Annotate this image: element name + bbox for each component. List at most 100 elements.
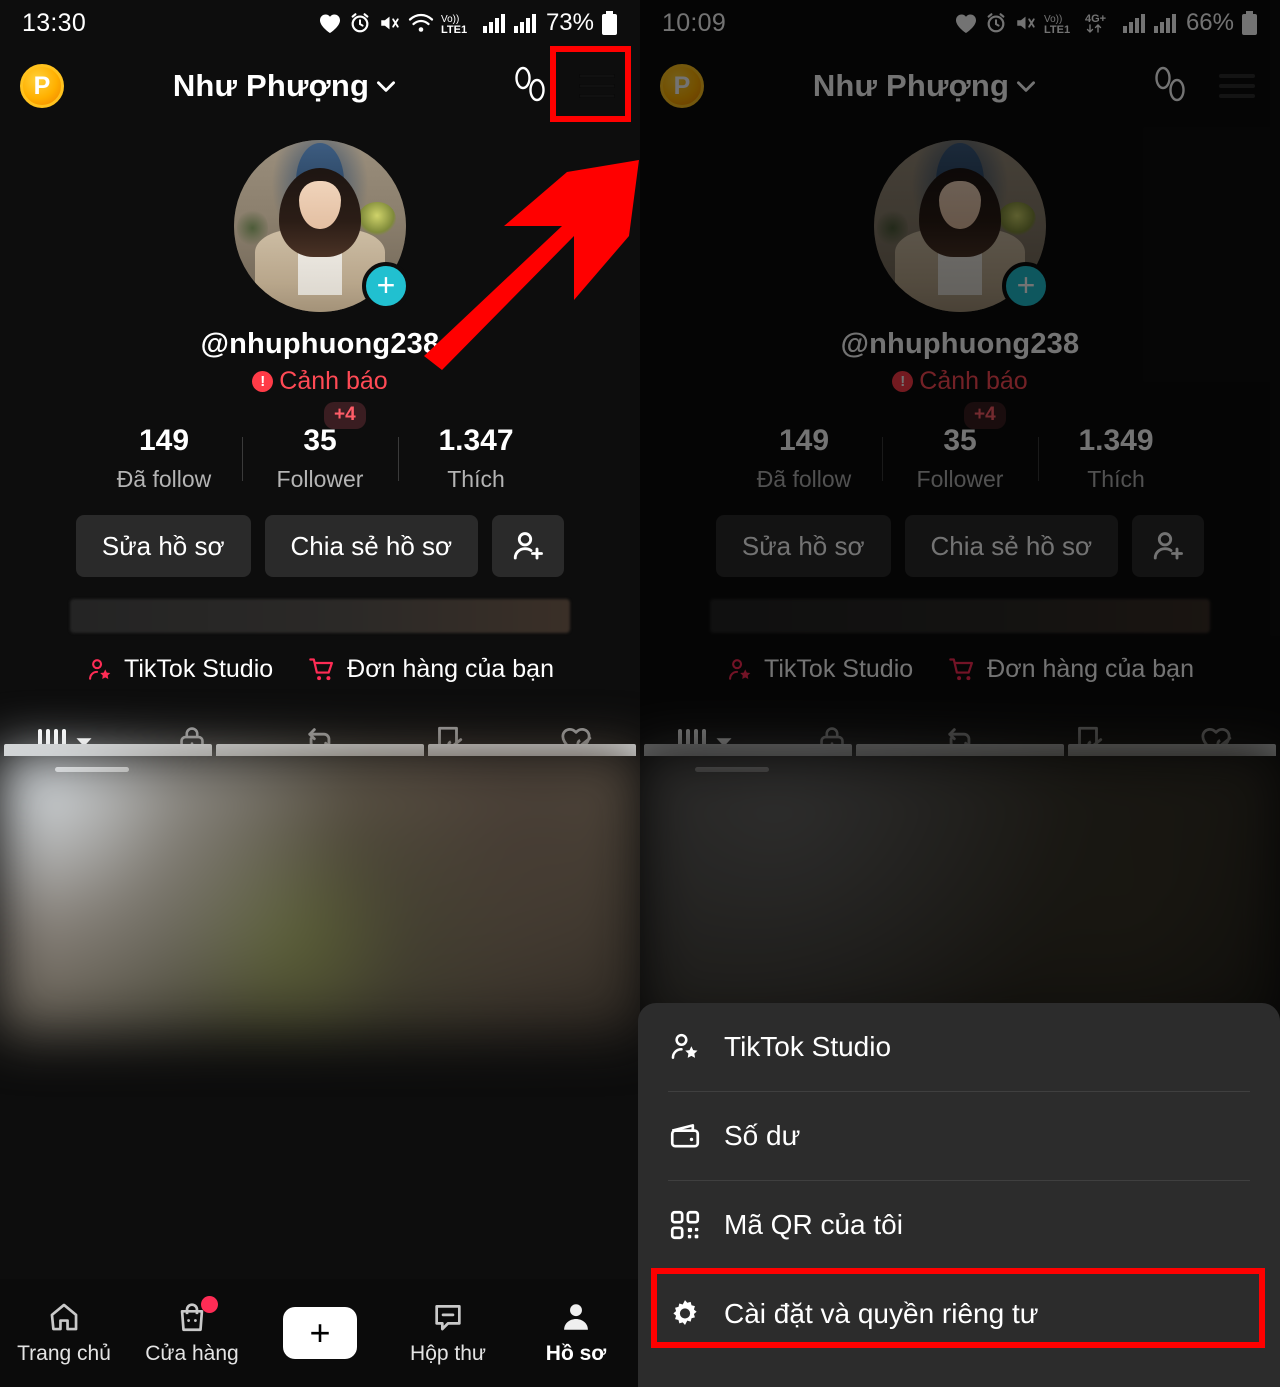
stat-likes[interactable]: 1.349 Thích xyxy=(1039,424,1194,493)
stat-label: Follower xyxy=(276,466,364,492)
stat-value: 1.349 xyxy=(1078,424,1154,457)
account-switcher[interactable]: Như Phượng xyxy=(704,68,1148,104)
warning-label: Cảnh báo xyxy=(919,367,1028,395)
person-star-icon xyxy=(671,1033,698,1059)
stat-following[interactable]: 149 Đã follow xyxy=(727,424,882,493)
account-switcher[interactable]: Như Phượng xyxy=(64,68,508,104)
status-clock: 10:09 xyxy=(662,8,727,37)
profile-stats-right: 149 Đã follow +4 35 Follower 1.349 Thích xyxy=(640,402,1280,493)
quick-link-tiktok-studio[interactable]: TikTok Studio xyxy=(86,655,273,684)
shop-notification-dot xyxy=(201,1296,218,1313)
stat-value: 35 xyxy=(303,424,337,457)
profile-actions-right: Sửa hồ sơ Chia sẻ hồ sơ xyxy=(640,515,1280,577)
nav-item-create[interactable]: + xyxy=(256,1307,384,1359)
svg-text:LTE1: LTE1 xyxy=(1044,24,1070,35)
inbox-icon xyxy=(435,1305,461,1331)
menu-item-my-qr-code[interactable]: Mã QR của tôi xyxy=(638,1181,1280,1269)
add-person-button[interactable] xyxy=(492,515,565,577)
battery-icon xyxy=(1242,10,1257,35)
battery-percent-label: 73% xyxy=(545,9,594,36)
heart-icon xyxy=(955,14,976,33)
page-title: Như Phượng xyxy=(172,68,370,103)
profile-person-icon xyxy=(564,1304,588,1330)
signal-2-icon xyxy=(513,14,536,33)
stat-followers[interactable]: +4 35 Follower xyxy=(883,402,1038,493)
edit-profile-button[interactable]: Sửa hồ sơ xyxy=(715,515,891,577)
quick-link-label: TikTok Studio xyxy=(764,655,914,683)
stat-value: 1.347 xyxy=(438,424,514,457)
content-grid-blurred-left xyxy=(0,752,640,1034)
bio-redacted xyxy=(70,599,570,633)
quick-links-right: TikTok Studio Đơn hàng của bạn xyxy=(640,655,1280,684)
content-grid-blurred-right xyxy=(640,752,1280,1034)
plus-glyph: + xyxy=(376,267,396,304)
menu-item-tiktok-studio[interactable]: TikTok Studio xyxy=(638,1003,1280,1091)
warning-badge[interactable]: ! Cảnh báo xyxy=(640,367,1280,396)
wallet-icon xyxy=(670,1124,700,1148)
alarm-icon xyxy=(351,13,369,33)
nav-item-inbox[interactable]: Hộp thư xyxy=(384,1300,512,1366)
4g-plus-icon: 4G+ xyxy=(1085,13,1106,33)
warning-badge[interactable]: ! Cảnh báo xyxy=(0,367,640,396)
stat-value: 149 xyxy=(778,424,830,457)
chevron-down-icon xyxy=(1017,81,1036,92)
coin-label: P xyxy=(673,71,691,100)
alarm-icon xyxy=(987,13,1005,33)
share-profile-button[interactable]: Chia sẻ hồ sơ xyxy=(904,515,1119,577)
quick-link-your-orders[interactable]: Đơn hàng của bạn xyxy=(307,655,554,684)
hamburger-icon[interactable] xyxy=(1214,63,1260,109)
profile-actions-left: Sửa hồ sơ Chia sẻ hồ sơ xyxy=(0,515,640,577)
coin-icon[interactable]: P xyxy=(660,64,704,108)
nav-item-profile[interactable]: Hồ sơ xyxy=(512,1300,640,1366)
add-story-plus-icon[interactable]: + xyxy=(362,262,410,310)
status-bar-left: 13:30 Vo)) LTE1 73% xyxy=(0,0,640,46)
profile-section-right: + @nhuphuong238 ! Cảnh báo 149 Đã follow… xyxy=(640,122,1280,772)
stat-likes[interactable]: 1.347 Thích xyxy=(399,424,554,493)
stat-following[interactable]: 149 Đã follow xyxy=(87,424,242,493)
quick-link-tiktok-studio[interactable]: TikTok Studio xyxy=(726,655,913,684)
stat-value: 35 xyxy=(943,424,977,457)
stat-label: Đã follow xyxy=(116,466,212,492)
quick-link-your-orders[interactable]: Đơn hàng của bạn xyxy=(947,655,1194,684)
warning-exclamation-icon: ! xyxy=(892,371,914,392)
footprints-icon[interactable] xyxy=(1148,63,1194,109)
share-profile-button[interactable]: Chia sẻ hồ sơ xyxy=(264,515,479,577)
signal-1-icon xyxy=(1122,14,1145,33)
stat-followers[interactable]: +4 35 Follower xyxy=(243,402,398,493)
nav-item-home[interactable]: Trang chủ xyxy=(0,1300,128,1366)
stat-label: Thích xyxy=(447,466,505,492)
nav-label: Hộp thư xyxy=(410,1342,486,1365)
wifi-icon xyxy=(408,13,434,32)
app-header-left: P Như Phượng xyxy=(0,50,640,122)
nav-item-shop[interactable]: Cửa hàng xyxy=(128,1296,256,1366)
warning-label: Cảnh báo xyxy=(279,367,388,395)
create-plus-icon[interactable]: + xyxy=(276,1307,364,1359)
mute-icon xyxy=(381,16,399,30)
volte-lte1-icon: Vo))LTE1 xyxy=(1044,14,1070,35)
profile-stats-left: 149 Đã follow +4 35 Follower 1.347 Thích xyxy=(0,402,640,493)
avatar[interactable]: + xyxy=(874,140,1050,312)
stat-value: 149 xyxy=(138,424,190,457)
signal-2-icon xyxy=(1153,14,1176,33)
menu-item-label: TikTok Studio xyxy=(724,1031,892,1062)
mute-icon xyxy=(1017,16,1035,30)
avatar[interactable]: + xyxy=(234,140,410,312)
add-person-button[interactable] xyxy=(1132,515,1205,577)
status-icons: Vo)) LTE1 4G+ 66% xyxy=(954,9,1258,37)
status-clock: 13:30 xyxy=(22,8,87,37)
add-story-plus-icon[interactable]: + xyxy=(1002,262,1050,310)
quick-link-label: TikTok Studio xyxy=(124,655,274,683)
edit-profile-button[interactable]: Sửa hồ sơ xyxy=(75,515,251,577)
menu-item-label: Mã QR của tôi xyxy=(724,1209,903,1240)
svg-text:4G+: 4G+ xyxy=(1085,13,1106,25)
menu-item-label: Số dư xyxy=(724,1120,801,1151)
add-person-icon xyxy=(513,532,544,560)
footprints-icon[interactable] xyxy=(508,63,554,109)
signal-1-icon xyxy=(482,14,505,33)
volte-lte1-icon: Vo))LTE1 xyxy=(441,14,467,35)
coin-icon[interactable]: P xyxy=(20,64,64,108)
coin-label: P xyxy=(33,71,51,100)
nav-label: Hồ sơ xyxy=(545,1342,607,1365)
menu-item-balance[interactable]: Số dư xyxy=(638,1092,1280,1180)
profile-handle[interactable]: @nhuphuong238 xyxy=(640,328,1280,361)
